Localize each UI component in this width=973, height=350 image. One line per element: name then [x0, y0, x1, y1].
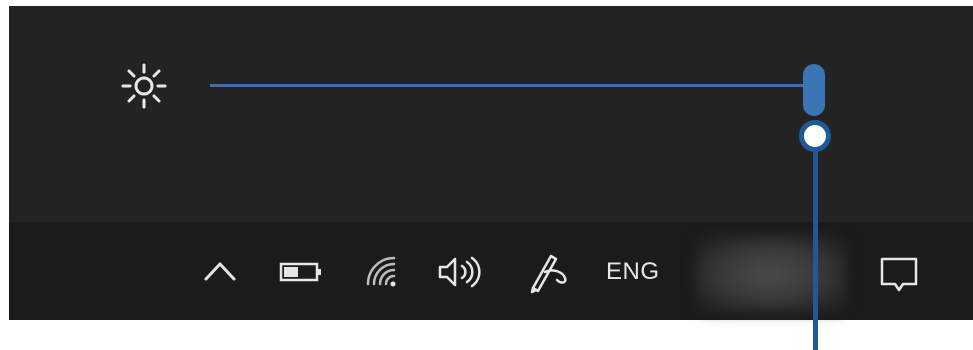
- battery-icon[interactable]: [278, 258, 324, 286]
- chevron-up-icon[interactable]: [200, 252, 240, 288]
- notification-icon[interactable]: [875, 252, 923, 296]
- brightness-slider-track[interactable]: [210, 84, 807, 87]
- language-indicator[interactable]: ENG: [606, 256, 676, 288]
- sun-icon: [121, 63, 167, 109]
- pen-icon[interactable]: [523, 250, 573, 294]
- clock-area-blurred[interactable]: [696, 236, 846, 312]
- callout-marker: [799, 120, 831, 152]
- wifi-icon[interactable]: [360, 254, 404, 290]
- callout-line: [813, 150, 818, 350]
- volume-icon[interactable]: [436, 254, 486, 290]
- brightness-flyout: [9, 6, 973, 222]
- brightness-slider-thumb[interactable]: [803, 64, 825, 116]
